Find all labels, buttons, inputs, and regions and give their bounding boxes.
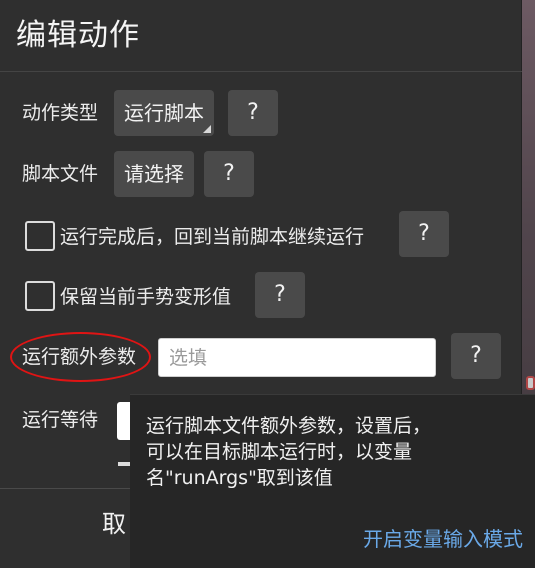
script-file-label: 脚本文件: [22, 163, 99, 185]
wait-input[interactable]: [117, 402, 131, 440]
script-file-help-button[interactable]: ?: [204, 151, 254, 197]
tooltip-line: 可以在目标脚本运行时，以变量: [146, 441, 413, 463]
dialog-title: 编辑动作: [16, 18, 140, 53]
title-divider: [0, 71, 522, 72]
tooltip-text: 运行脚本文件额外参数，设置后， 可以在目标脚本运行时，以变量 名"runArgs…: [146, 413, 476, 491]
continue-after-help-button[interactable]: ?: [399, 211, 449, 257]
partial-control: [118, 462, 130, 466]
keep-transform-checkbox[interactable]: [25, 281, 55, 311]
background-badge: [526, 376, 535, 390]
continue-after-label: 运行完成后，回到当前脚本继续运行: [60, 226, 365, 248]
tooltip-line: 运行脚本文件额外参数，设置后，: [146, 415, 432, 437]
action-type-label: 动作类型: [22, 102, 99, 124]
enable-variable-input-link[interactable]: 开启变量输入模式: [363, 525, 523, 553]
script-file-choose-button[interactable]: 请选择: [114, 151, 194, 197]
continue-after-checkbox[interactable]: [25, 221, 55, 251]
cancel-button[interactable]: 取: [102, 508, 126, 540]
extra-args-help-button[interactable]: ?: [451, 333, 501, 379]
help-tooltip: 运行脚本文件额外参数，设置后， 可以在目标脚本运行时，以变量 名"runArgs…: [130, 394, 535, 568]
footer-divider: [0, 488, 130, 489]
annotation-circle: [10, 332, 151, 382]
keep-transform-label: 保留当前手势变形值: [60, 286, 232, 308]
wait-label: 运行等待: [22, 409, 99, 431]
action-type-help-button[interactable]: ?: [228, 90, 278, 136]
action-type-select[interactable]: 运行脚本: [114, 90, 214, 136]
tooltip-line: 名"runArgs"取到该值: [146, 467, 333, 489]
keep-transform-help-button[interactable]: ?: [255, 272, 305, 318]
extra-args-input[interactable]: [158, 338, 436, 377]
